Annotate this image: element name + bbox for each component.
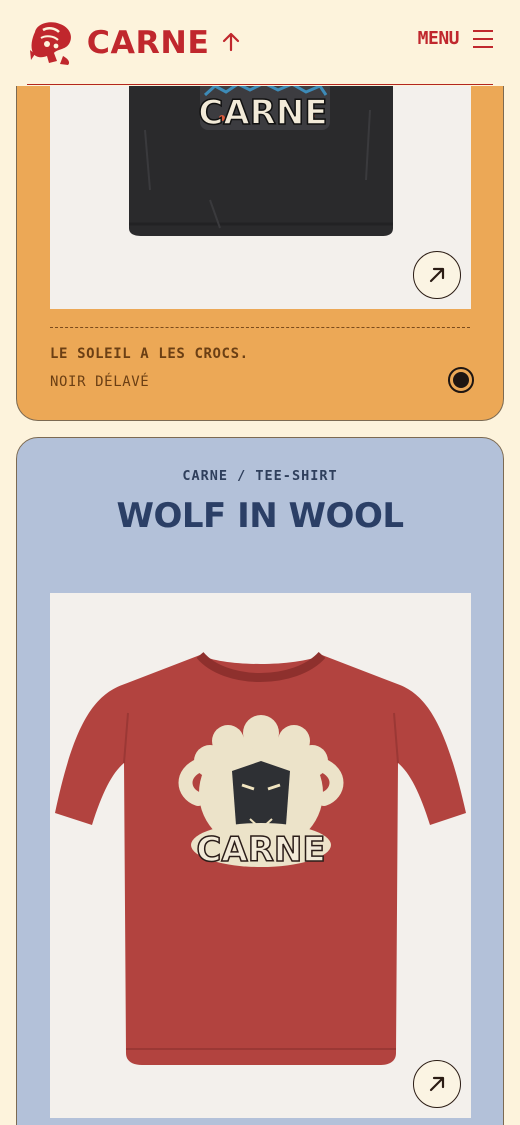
color-swatch-selected[interactable] bbox=[448, 367, 474, 393]
shirt-print-text: CARNE bbox=[198, 93, 327, 133]
hamburger-icon bbox=[473, 29, 493, 48]
product-title: WOLF IN WOOL bbox=[116, 496, 404, 536]
steak-mascot-icon bbox=[30, 22, 71, 65]
brand-logo-link[interactable]: CARNE bbox=[27, 20, 210, 66]
scroll-top-button[interactable] bbox=[219, 30, 243, 54]
shirt-print-text: CARNE bbox=[196, 830, 325, 870]
product-card: CARNE / TEE-SHIRT WOLF IN WOOL CARNE bbox=[16, 437, 504, 1125]
arrow-up-icon bbox=[222, 32, 240, 52]
open-product-button[interactable] bbox=[413, 1060, 461, 1108]
brand-name: CARNE bbox=[86, 25, 210, 61]
breadcrumb: CARNE / TEE-SHIRT bbox=[182, 468, 338, 484]
product-color-label: NOIR DÉLAVÉ bbox=[50, 374, 150, 390]
product-name[interactable]: LE SOLEIL A LES CROCS. bbox=[50, 346, 249, 362]
arrow-up-right-icon bbox=[429, 1076, 445, 1092]
menu-label: MENU bbox=[417, 28, 460, 49]
tshirt-red-image: CARNE bbox=[50, 593, 471, 1118]
card-divider bbox=[50, 327, 470, 328]
site-header: CARNE MENU bbox=[0, 0, 520, 86]
product-image[interactable]: CARNE bbox=[50, 593, 471, 1118]
open-product-button[interactable] bbox=[413, 251, 461, 299]
menu-button[interactable]: MENU bbox=[418, 28, 493, 49]
header-divider bbox=[27, 84, 493, 85]
arrow-up-right-icon bbox=[429, 267, 445, 283]
